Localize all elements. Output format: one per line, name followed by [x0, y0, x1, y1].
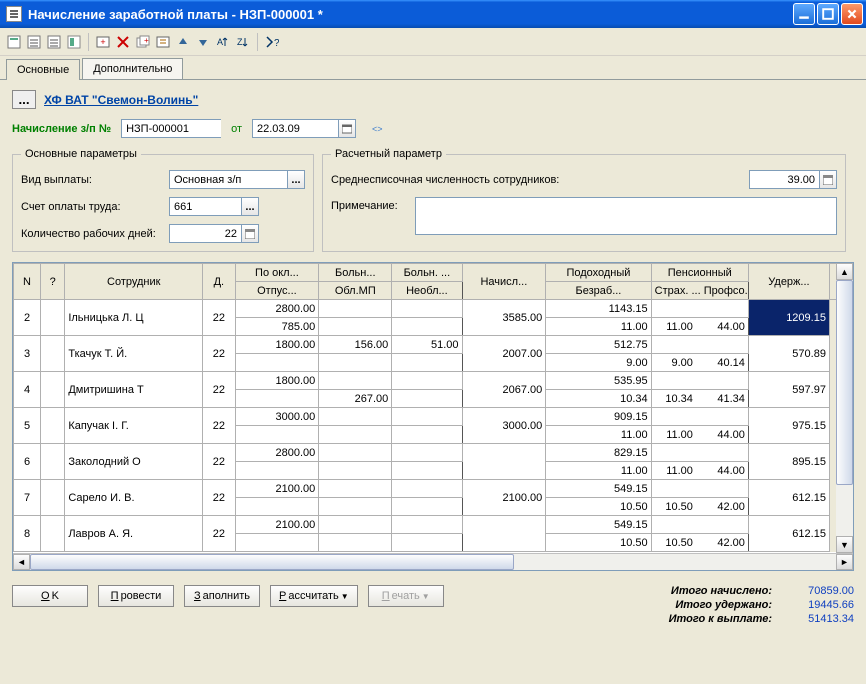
days-calc-icon[interactable]	[241, 224, 259, 243]
col-ud[interactable]: Удерж...	[748, 264, 829, 300]
svg-text:Z: Z	[237, 37, 243, 47]
tool-icon-1[interactable]	[6, 34, 22, 50]
svg-text:A: A	[217, 37, 223, 47]
window-title: Начисление заработной платы - НЗП-000001…	[28, 7, 793, 22]
avg-input[interactable]	[749, 170, 819, 189]
table-row[interactable]: 8Лавров А. Я.222100.00549.15612.15	[14, 516, 853, 534]
total-topay-value: 51413.34	[784, 613, 854, 625]
provesti-button[interactable]: Провести	[98, 585, 174, 607]
days-label: Количество рабочих дней:	[21, 228, 161, 240]
col-obl[interactable]: Обл.МП	[319, 282, 392, 300]
move-down-icon[interactable]	[195, 34, 211, 50]
footer: OK Провести Заполнить Рассчитать▼ Печать…	[0, 577, 866, 635]
doc-date-label: от	[231, 123, 242, 135]
pechat-button[interactable]: Печать▼	[368, 585, 444, 607]
org-link[interactable]: ХФ ВАТ "Свемон-Волинь"	[44, 93, 198, 107]
tabstrip: Основные Дополнительно	[0, 56, 866, 80]
table-row[interactable]: 4Дмитришина Т221800.002067.00535.95597.9…	[14, 372, 853, 390]
col-pen[interactable]: Пенсионный	[651, 264, 748, 282]
scroll-down-icon[interactable]: ▼	[836, 536, 853, 553]
days-input[interactable]	[169, 224, 241, 243]
move-up-icon[interactable]	[175, 34, 191, 50]
sort-asc-icon[interactable]: A	[215, 34, 231, 50]
rasschitat-button[interactable]: Рассчитать▼	[270, 585, 358, 607]
group-main-legend: Основные параметры	[21, 148, 141, 160]
note-textarea[interactable]	[415, 197, 837, 235]
group-calc-legend: Расчетный параметр	[331, 148, 446, 160]
ok-button[interactable]: OK	[12, 585, 88, 607]
avg-calc-icon[interactable]	[819, 170, 837, 189]
acct-label: Счет оплаты труда:	[21, 201, 161, 213]
maximize-button[interactable]	[817, 3, 839, 25]
minimize-button[interactable]	[793, 3, 815, 25]
vid-label: Вид выплаты:	[21, 174, 161, 186]
svg-text:+: +	[144, 36, 149, 45]
period-nav-icon[interactable]: <>	[372, 124, 383, 134]
tool-icon-4[interactable]	[66, 34, 82, 50]
col-otp[interactable]: Отпус...	[235, 282, 319, 300]
col-n[interactable]: N	[14, 264, 41, 300]
col-nach[interactable]: Начисл...	[462, 264, 546, 300]
copy-row-icon[interactable]: +	[135, 34, 151, 50]
vertical-scrollbar[interactable]: ▲ ▼	[836, 263, 853, 553]
document-icon	[6, 6, 22, 22]
table-row[interactable]: 6Заколодний О222800.00829.15895.15	[14, 444, 853, 462]
titlebar: Начисление заработной платы - НЗП-000001…	[0, 0, 866, 28]
tool-icon-2[interactable]	[26, 34, 42, 50]
col-q[interactable]: ?	[41, 264, 65, 300]
edit-icon[interactable]	[155, 34, 171, 50]
zapolnit-button[interactable]: Заполнить	[184, 585, 260, 607]
col-okl[interactable]: По окл...	[235, 264, 319, 282]
vid-input[interactable]	[169, 170, 287, 189]
close-button[interactable]	[841, 3, 863, 25]
col-bol2[interactable]: Больн. ...	[392, 264, 462, 282]
content: ... ХФ ВАТ "Свемон-Волинь" Начисление з/…	[0, 80, 866, 577]
horizontal-scrollbar[interactable]: ◄ ►	[13, 553, 853, 570]
tab-main[interactable]: Основные	[6, 59, 80, 80]
col-d[interactable]: Д.	[203, 264, 235, 300]
table-row[interactable]: 2Ільницька Л. Ц222800.003585.001143.1512…	[14, 300, 853, 318]
totals: Итого начислено: 70859.00 Итого удержано:…	[669, 585, 854, 627]
total-topay-label: Итого к выплате:	[669, 613, 772, 625]
toolbar: + + A Z ?	[0, 28, 866, 56]
col-bez[interactable]: Безраб...	[546, 282, 651, 300]
total-accrued-label: Итого начислено:	[671, 585, 772, 597]
col-str-prof[interactable]: Страх. ... Профсо...	[651, 282, 748, 300]
total-withheld-value: 19445.66	[784, 599, 854, 611]
svg-text:+: +	[100, 37, 105, 47]
calendar-icon[interactable]	[338, 119, 356, 138]
help-icon[interactable]: ?	[264, 34, 280, 50]
doc-number-label: Начисление з/п №	[12, 123, 111, 135]
data-grid[interactable]: N ? Сотрудник Д. По окл... Больн... Боль…	[12, 262, 854, 571]
group-calc-param: Расчетный параметр Среднесписочная числе…	[322, 148, 846, 252]
doc-date-input[interactable]	[252, 119, 338, 138]
tab-extra[interactable]: Дополнительно	[82, 58, 183, 79]
avg-label: Среднесписочная численность сотрудников:	[331, 174, 741, 186]
tool-icon-3[interactable]	[46, 34, 62, 50]
col-pod[interactable]: Подоходный	[546, 264, 651, 282]
col-emp[interactable]: Сотрудник	[65, 264, 203, 300]
table-row[interactable]: 7Сарело И. В.222100.002100.00549.15612.1…	[14, 480, 853, 498]
org-picker-button[interactable]: ...	[12, 90, 36, 109]
doc-number-input[interactable]	[121, 119, 221, 138]
scroll-left-icon[interactable]: ◄	[13, 554, 30, 570]
group-main-params: Основные параметры Вид выплаты: ... Счет…	[12, 148, 314, 252]
acct-input[interactable]	[169, 197, 241, 216]
col-bol1[interactable]: Больн...	[319, 264, 392, 282]
svg-text:?: ?	[274, 38, 279, 49]
note-label: Примечание:	[331, 197, 411, 212]
table-row[interactable]: 3Ткачук Т. Й.221800.00156.0051.002007.00…	[14, 336, 853, 354]
add-row-icon[interactable]: +	[95, 34, 111, 50]
table-row[interactable]: 5Капучак І. Г.223000.003000.00909.15975.…	[14, 408, 853, 426]
sort-desc-icon[interactable]: Z	[235, 34, 251, 50]
delete-row-icon[interactable]	[115, 34, 131, 50]
col-neo[interactable]: Необл...	[392, 282, 462, 300]
vid-picker-button[interactable]: ...	[287, 170, 305, 189]
total-withheld-label: Итого удержано:	[675, 599, 772, 611]
total-accrued-value: 70859.00	[784, 585, 854, 597]
acct-picker-button[interactable]: ...	[241, 197, 259, 216]
scroll-up-icon[interactable]: ▲	[836, 263, 853, 280]
scroll-right-icon[interactable]: ►	[836, 554, 853, 570]
